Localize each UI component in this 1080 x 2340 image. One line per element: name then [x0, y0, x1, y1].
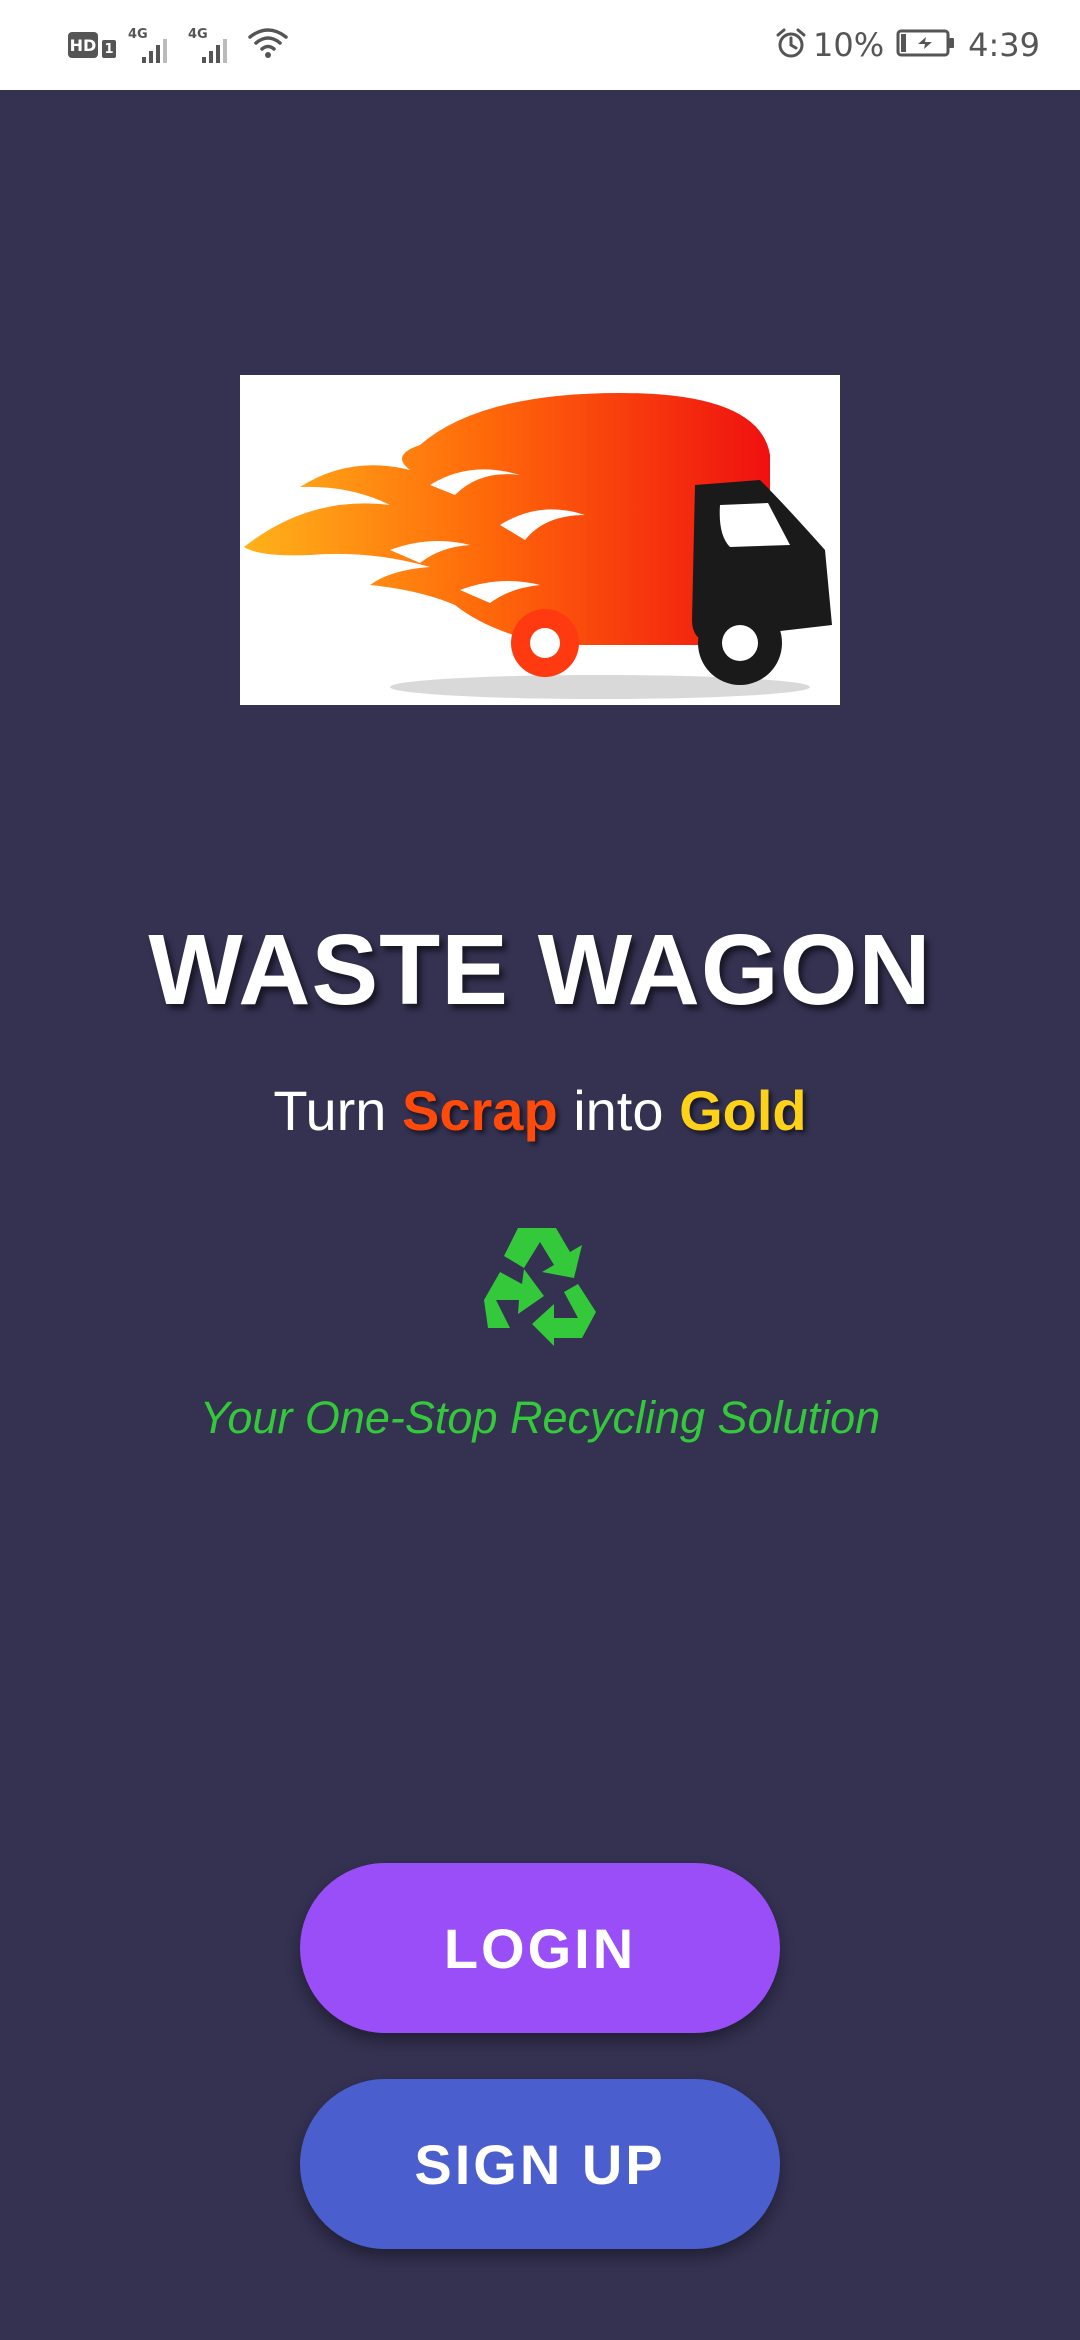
subtitle: Your One-Stop Recycling Solution: [199, 1392, 881, 1443]
tagline-scrap: Scrap: [402, 1079, 558, 1142]
truck-logo-icon: [244, 393, 832, 699]
battery-charging-icon: [896, 28, 956, 62]
signup-button[interactable]: SIGN UP: [300, 2079, 780, 2249]
clock-time: 4:39: [968, 26, 1040, 64]
alarm-icon: [775, 27, 807, 63]
status-bar: HD 1 4G 4G 10% 4:39: [0, 0, 1080, 90]
tagline-turn: Turn: [273, 1079, 387, 1142]
recycle-icon: [478, 1222, 602, 1346]
sim-number-icon: 1: [102, 40, 116, 58]
app-title: WASTE WAGON: [148, 914, 932, 1026]
tagline-into: into: [573, 1079, 664, 1142]
tagline: Turn Scrap into Gold: [0, 1078, 1080, 1144]
battery-percent: 10%: [813, 26, 885, 64]
tagline-gold: Gold: [679, 1079, 807, 1142]
signal-icon-sim2: 4G: [188, 27, 232, 63]
status-bar-left: HD 1 4G 4G: [68, 27, 288, 63]
status-bar-right: 10% 4:39: [775, 26, 1040, 64]
login-button[interactable]: LOGIN: [300, 1863, 780, 2033]
wifi-icon: [248, 27, 288, 63]
hd-icon: HD: [68, 32, 98, 58]
app-logo: [240, 375, 840, 705]
signal-icon-sim1: 4G: [128, 27, 172, 63]
